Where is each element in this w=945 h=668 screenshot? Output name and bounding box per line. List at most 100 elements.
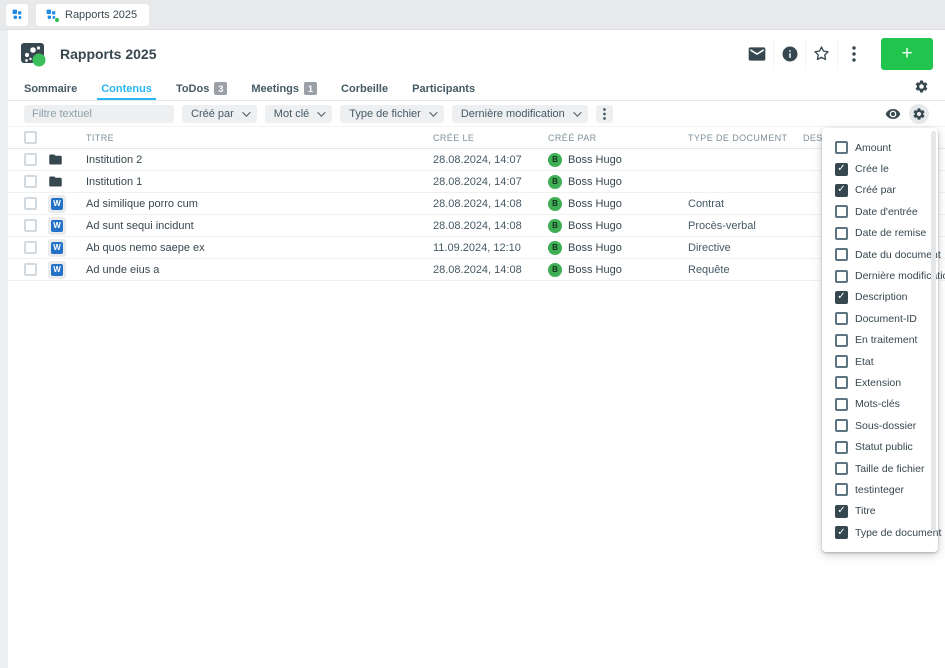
word-document-icon: W: [48, 239, 66, 257]
column-header-type-de-document[interactable]: Type de document: [688, 133, 803, 143]
filter-dropdown-cree-par[interactable]: Créé par: [182, 105, 257, 123]
column-option-titre[interactable]: ✓ Titre: [835, 501, 938, 522]
column-checkbox[interactable]: [835, 312, 848, 325]
column-option-derniere-modification[interactable]: Dernière modification: [835, 265, 938, 286]
favorite-button[interactable]: [805, 39, 837, 69]
column-option-extension[interactable]: Extension: [835, 372, 938, 393]
column-settings-button[interactable]: [909, 104, 929, 124]
column-option-type-de-document[interactable]: ✓ Type de document: [835, 522, 938, 543]
left-gutter: [0, 30, 8, 668]
filter-more-button[interactable]: [596, 105, 613, 123]
column-checkbox[interactable]: [835, 141, 848, 154]
row-checkbox[interactable]: [24, 241, 37, 254]
tab-corbeille[interactable]: Corbeille: [329, 77, 400, 100]
tab-participants[interactable]: Participants: [400, 77, 487, 100]
open-tab-rapports-2025[interactable]: Rapports 2025: [36, 4, 149, 26]
column-option-description[interactable]: ✓ Description: [835, 287, 938, 308]
gear-icon: [914, 79, 929, 94]
column-option-label: Amount: [855, 142, 891, 154]
chevron-down-icon: [429, 108, 437, 116]
word-document-icon: W: [48, 261, 66, 279]
row-checkbox[interactable]: [24, 219, 37, 232]
row-checkbox[interactable]: [24, 197, 37, 210]
tab-sommaire[interactable]: Sommaire: [24, 77, 89, 100]
row-checkbox[interactable]: [24, 263, 37, 276]
add-button[interactable]: +: [881, 38, 933, 70]
column-checkbox[interactable]: [835, 462, 848, 475]
column-option-cree-le[interactable]: ✓ Crée le: [835, 158, 938, 179]
kebab-icon: [603, 108, 606, 120]
workspace-header: Rapports 2025 +: [8, 30, 945, 77]
creator-name: Boss Hugo: [568, 154, 622, 166]
creator-avatar: B: [548, 263, 562, 277]
tab-count-badge: 3: [214, 82, 227, 95]
mail-button[interactable]: [741, 39, 773, 69]
column-checkbox[interactable]: [835, 270, 848, 283]
tab-meetings[interactable]: Meetings 1: [239, 77, 329, 100]
row-type-icon-cell: W: [48, 217, 86, 235]
column-option-mots-cles[interactable]: Mots-clés: [835, 394, 938, 415]
column-checkbox[interactable]: ✓: [835, 184, 848, 197]
home-button[interactable]: [6, 4, 28, 26]
select-all-checkbox[interactable]: [24, 131, 37, 144]
column-checkbox[interactable]: [835, 334, 848, 347]
info-button[interactable]: [773, 39, 805, 69]
column-checkbox[interactable]: [835, 441, 848, 454]
tab-label: ToDos: [176, 83, 209, 95]
column-header-titre[interactable]: Titre: [86, 133, 433, 143]
creator-name: Boss Hugo: [568, 242, 622, 254]
column-option-document-id[interactable]: Document-ID: [835, 308, 938, 329]
column-option-date-de-remise[interactable]: Date de remise: [835, 223, 938, 244]
visibility-button[interactable]: [883, 104, 903, 124]
table-row[interactable]: W Ad similique porro cum 28.08.2024, 14:…: [8, 193, 945, 215]
column-checkbox[interactable]: ✓: [835, 291, 848, 304]
chevron-down-icon: [317, 108, 325, 116]
row-type-icon-cell: W: [48, 195, 86, 213]
column-option-statut-public[interactable]: Statut public: [835, 436, 938, 457]
panel-scrollbar[interactable]: [931, 131, 936, 531]
tab-todos[interactable]: ToDos 3: [164, 77, 239, 100]
column-checkbox[interactable]: [835, 419, 848, 432]
more-actions-button[interactable]: [837, 39, 869, 69]
column-header-cree-par[interactable]: Créé par: [548, 133, 688, 143]
filter-dropdown-derniere-modification[interactable]: Dernière modification: [452, 105, 588, 123]
tab-contenus[interactable]: Contenus: [89, 77, 164, 100]
row-checkbox[interactable]: [24, 175, 37, 188]
column-checkbox[interactable]: [835, 398, 848, 411]
column-checkbox[interactable]: ✓: [835, 163, 848, 176]
table-row[interactable]: W Ad sunt sequi incidunt 28.08.2024, 14:…: [8, 215, 945, 237]
column-header-cree-le[interactable]: Crée le: [433, 133, 548, 143]
column-checkbox[interactable]: [835, 227, 848, 240]
column-option-cree-par[interactable]: ✓ Créé par: [835, 180, 938, 201]
table-row[interactable]: W Ad unde eius a 28.08.2024, 14:08 B Bos…: [8, 259, 945, 281]
tab-count-badge: 1: [304, 82, 317, 95]
table-row[interactable]: Institution 1 28.08.2024, 14:07 B Boss H…: [8, 171, 945, 193]
column-option-testinteger[interactable]: testinteger: [835, 479, 938, 500]
column-option-date-d-entree[interactable]: Date d'entrée: [835, 201, 938, 222]
text-filter-input[interactable]: [24, 105, 174, 123]
filter-dropdown-mot-cle[interactable]: Mot clé: [265, 105, 332, 123]
column-option-en-traitement[interactable]: En traitement: [835, 330, 938, 351]
row-created-date: 11.09.2024, 12:10: [433, 242, 548, 254]
column-option-etat[interactable]: Etat: [835, 351, 938, 372]
column-option-date-du-document[interactable]: Date du document: [835, 244, 938, 265]
column-option-amount[interactable]: Amount: [835, 137, 938, 158]
column-checkbox[interactable]: ✓: [835, 526, 848, 539]
column-option-taille-de-fichier[interactable]: Taille de fichier: [835, 458, 938, 479]
column-option-label: Statut public: [855, 441, 913, 453]
table-row[interactable]: W Ab quos nemo saepe ex 11.09.2024, 12:1…: [8, 237, 945, 259]
column-option-sous-dossier[interactable]: Sous-dossier: [835, 415, 938, 436]
table-row[interactable]: Institution 2 28.08.2024, 14:07 B Boss H…: [8, 149, 945, 171]
column-checkbox[interactable]: [835, 205, 848, 218]
column-checkbox[interactable]: [835, 355, 848, 368]
online-status-dot: [54, 17, 60, 23]
row-creator: B Boss Hugo: [548, 219, 688, 233]
column-checkbox[interactable]: [835, 376, 848, 389]
column-checkbox[interactable]: ✓: [835, 505, 848, 518]
column-checkbox[interactable]: [835, 483, 848, 496]
filter-dropdown-type-de-fichier[interactable]: Type de fichier: [340, 105, 444, 123]
tab-settings-button[interactable]: [914, 79, 929, 94]
row-title: Institution 1: [86, 176, 433, 188]
row-checkbox[interactable]: [24, 153, 37, 166]
column-checkbox[interactable]: [835, 248, 848, 261]
